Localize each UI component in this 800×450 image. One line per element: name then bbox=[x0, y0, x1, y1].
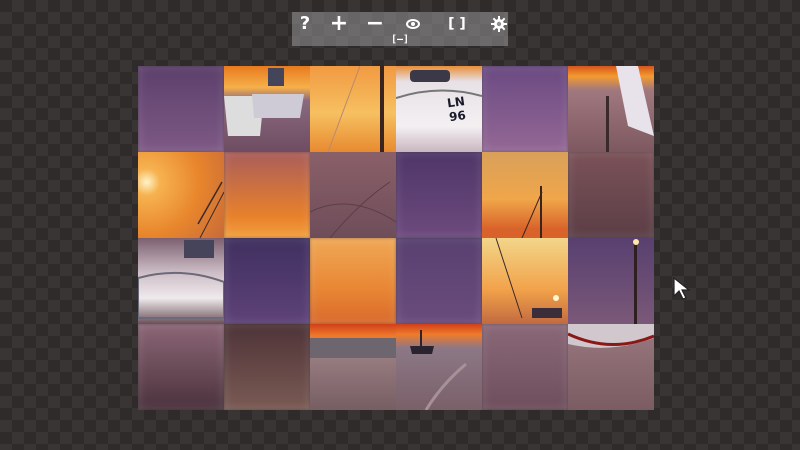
puzzle-tile[interactable] bbox=[482, 324, 568, 410]
puzzle-tile[interactable] bbox=[482, 66, 568, 152]
fullscreen-icon: [ ] bbox=[448, 16, 466, 32]
puzzle-tile[interactable] bbox=[224, 152, 310, 238]
puzzle-tile[interactable] bbox=[568, 238, 654, 324]
puzzle-tile[interactable]: LN 96 bbox=[396, 66, 482, 152]
zoom-out-button[interactable]: − bbox=[362, 11, 388, 36]
preview-button[interactable] bbox=[400, 14, 426, 34]
border-toggle-button[interactable]: [—] bbox=[386, 34, 414, 46]
puzzle-tile[interactable] bbox=[310, 238, 396, 324]
puzzle-tile[interactable] bbox=[568, 152, 654, 238]
puzzle-tile[interactable] bbox=[138, 152, 224, 238]
puzzle-board: LN 96 bbox=[138, 66, 654, 410]
puzzle-tile[interactable] bbox=[224, 324, 310, 410]
border-toggle-icon: [—] bbox=[390, 34, 410, 45]
puzzle-tile[interactable] bbox=[310, 324, 396, 410]
boat-registration-text: LN 96 bbox=[446, 94, 467, 125]
help-button[interactable]: ? bbox=[292, 14, 318, 34]
puzzle-tile[interactable] bbox=[138, 66, 224, 152]
puzzle-tile[interactable] bbox=[568, 324, 654, 410]
settings-button[interactable] bbox=[486, 14, 512, 34]
mouse-cursor-icon bbox=[673, 276, 691, 300]
puzzle-tile[interactable] bbox=[396, 238, 482, 324]
puzzle-tile[interactable] bbox=[568, 66, 654, 152]
puzzle-tile[interactable] bbox=[224, 238, 310, 324]
minus-icon: − bbox=[365, 11, 385, 36]
puzzle-tile[interactable] bbox=[396, 324, 482, 410]
puzzle-tile[interactable] bbox=[310, 152, 396, 238]
gear-icon bbox=[491, 16, 507, 32]
puzzle-tile[interactable] bbox=[396, 152, 482, 238]
eye-icon bbox=[406, 19, 420, 29]
puzzle-tile[interactable] bbox=[138, 324, 224, 410]
puzzle-tile[interactable] bbox=[138, 238, 224, 324]
question-icon: ? bbox=[299, 13, 311, 34]
puzzle-tile[interactable] bbox=[482, 152, 568, 238]
toolbar: ? + − [ ] [—] bbox=[292, 12, 508, 46]
puzzle-tile[interactable] bbox=[310, 66, 396, 152]
puzzle-tile[interactable] bbox=[224, 66, 310, 152]
plus-icon: + bbox=[329, 11, 349, 36]
fullscreen-button[interactable]: [ ] bbox=[444, 14, 470, 34]
puzzle-tile[interactable] bbox=[482, 238, 568, 324]
zoom-in-button[interactable]: + bbox=[326, 11, 352, 36]
